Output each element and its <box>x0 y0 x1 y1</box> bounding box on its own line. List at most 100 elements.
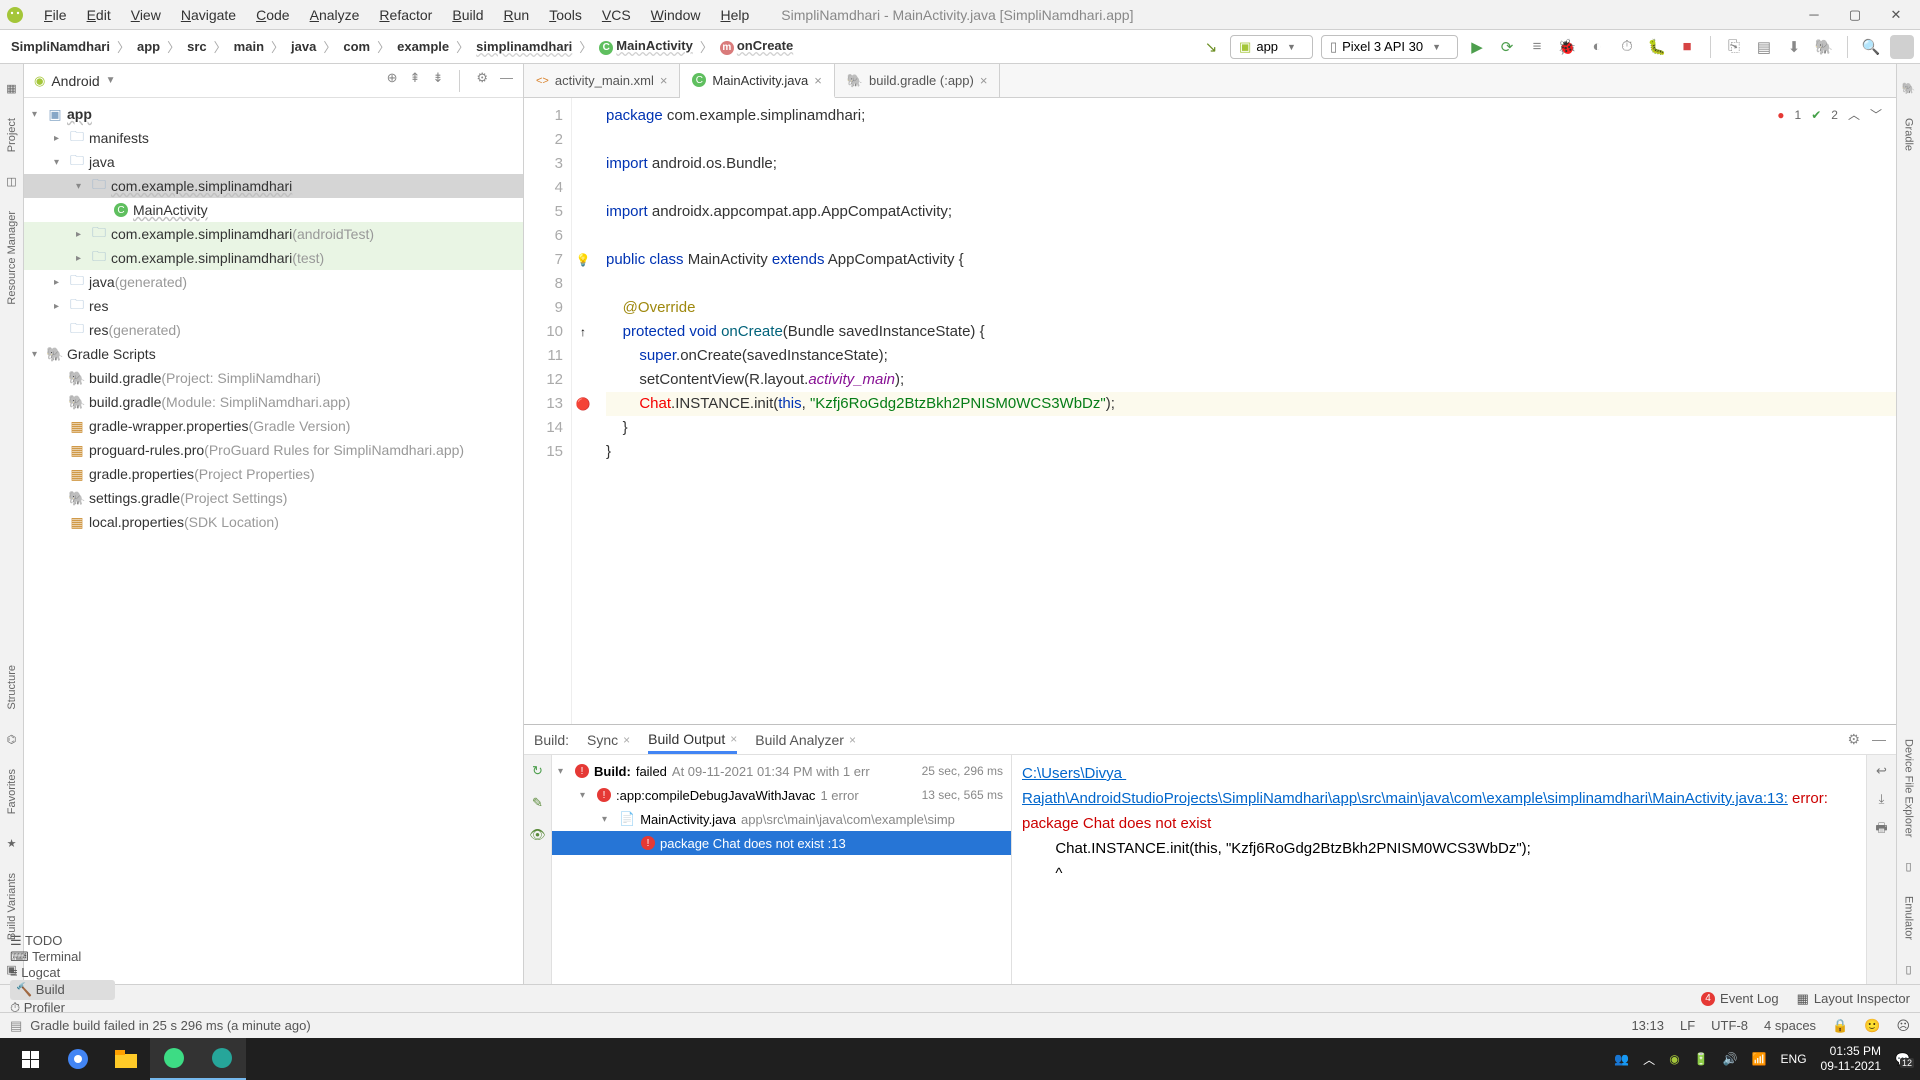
print-icon[interactable]: 🖶 <box>1875 819 1887 841</box>
run-icon[interactable]: ▶ <box>1466 36 1488 58</box>
build-output[interactable]: C:\Users\Divya Rajath\AndroidStudioProje… <box>1012 755 1866 984</box>
file-explorer-icon[interactable] <box>102 1038 150 1080</box>
crumb-src[interactable]: src <box>182 37 212 56</box>
debug-icon[interactable]: 🐞 <box>1556 36 1578 58</box>
tree-row[interactable]: ▦gradle-wrapper.properties (Gradle Versi… <box>24 414 523 438</box>
user-avatar-icon[interactable] <box>1890 35 1914 59</box>
view-icon[interactable]: 👁 <box>529 827 546 843</box>
build-tab-buildanalyzer[interactable]: Build Analyzer × <box>755 732 856 748</box>
structure-icon[interactable]: ⌬ <box>7 733 17 746</box>
layout-inspector-button[interactable]: ▦ Layout Inspector <box>1797 991 1910 1007</box>
gradle-tab[interactable]: Gradle <box>1903 118 1915 151</box>
menu-file[interactable]: File <box>34 4 77 26</box>
project-tab[interactable]: Project <box>6 118 18 152</box>
favorites-icon[interactable]: ★ <box>7 837 17 850</box>
build-tab-sync[interactable]: Sync × <box>587 732 630 748</box>
menu-run[interactable]: Run <box>493 4 539 26</box>
rerun-icon[interactable]: ↻ <box>532 763 543 779</box>
run-configuration-combo[interactable]: ▣ app ▼ <box>1230 35 1313 59</box>
menu-window[interactable]: Window <box>641 4 711 26</box>
profile-icon[interactable]: ⏱ <box>1616 36 1638 58</box>
tool-logcat[interactable]: ≡ Logcat <box>10 965 115 980</box>
taskbar-clock[interactable]: 01:35 PM 09-11-2021 <box>1821 1044 1882 1074</box>
line-ending[interactable]: LF <box>1680 1018 1695 1033</box>
error-indicator-tray[interactable]: ●1 ✔2 ︿ ﹀ <box>1777 106 1882 123</box>
tool-todo[interactable]: ☰ TODO <box>10 933 115 949</box>
apply-code-icon[interactable]: ≡ <box>1526 36 1548 58</box>
start-button[interactable] <box>6 1038 54 1080</box>
menu-edit[interactable]: Edit <box>77 4 121 26</box>
vcs-icon[interactable]: ⎘ <box>1723 36 1745 58</box>
volume-tray-icon[interactable]: 🔊 <box>1723 1052 1738 1066</box>
resource-manager-tab[interactable]: Resource Manager <box>6 211 18 305</box>
editor-tab[interactable]: 🐘build.gradle (:app)× <box>835 64 1001 97</box>
tray-expand-icon[interactable]: ︿ <box>1643 1051 1655 1068</box>
build-panel-hide-icon[interactable]: — <box>1872 731 1886 748</box>
smiley-icon[interactable]: 🙂 <box>1864 1018 1880 1034</box>
notifications-tray-icon[interactable]: 💬12 <box>1895 1052 1910 1066</box>
build-tab-buildoutput[interactable]: Build Output × <box>648 731 737 754</box>
build-variants-tab[interactable]: Build Variants <box>6 873 18 940</box>
collapse-icon[interactable]: ⇞ <box>410 70 421 92</box>
build-tree-row[interactable]: !package Chat does not exist :13 <box>552 831 1011 855</box>
soft-wrap-icon[interactable]: ↩ <box>1876 763 1887 779</box>
tree-row[interactable]: ▾🗀java <box>24 150 523 174</box>
build-tree[interactable]: ▾!Build: failed At 09-11-2021 01:34 PM w… <box>552 755 1012 984</box>
close-tab-icon[interactable]: × <box>980 73 988 88</box>
menu-refactor[interactable]: Refactor <box>369 4 442 26</box>
menu-build[interactable]: Build <box>442 4 493 26</box>
crumb-java[interactable]: java <box>286 37 321 56</box>
avd-icon[interactable]: ▤ <box>1753 36 1775 58</box>
wifi-tray-icon[interactable]: 📶 <box>1752 1052 1767 1066</box>
device-file-icon[interactable]: ▯ <box>1905 860 1911 873</box>
tree-row[interactable]: 🐘build.gradle (Project: SimpliNamdhari) <box>24 366 523 390</box>
cursor-position[interactable]: 13:13 <box>1631 1018 1664 1033</box>
tree-row[interactable]: ▸🗀manifests <box>24 126 523 150</box>
android-tray-icon[interactable]: ◉ <box>1669 1052 1679 1066</box>
tool-build[interactable]: 🔨 Build <box>10 980 115 1000</box>
crumb-simplinamdhari[interactable]: simplinamdhari <box>471 37 577 56</box>
android-studio-taskbar-icon[interactable] <box>150 1038 198 1080</box>
editor-tab[interactable]: <>activity_main.xml× <box>524 64 680 97</box>
tool-terminal[interactable]: ⌨ Terminal <box>10 949 115 965</box>
close-tab-icon[interactable]: × <box>660 73 668 88</box>
sdk-icon[interactable]: ⬇ <box>1783 36 1805 58</box>
error-file-link[interactable]: C:\Users\Divya Rajath\AndroidStudioProje… <box>1022 765 1788 807</box>
favorites-tab[interactable]: Favorites <box>6 769 18 814</box>
status-icon[interactable]: ▤ <box>10 1018 22 1034</box>
menu-view[interactable]: View <box>121 4 171 26</box>
device-file-explorer-tab[interactable]: Device File Explorer <box>1903 739 1915 837</box>
crumb-example[interactable]: example <box>392 37 454 56</box>
build-tree-row[interactable]: ▾!Build: failed At 09-11-2021 01:34 PM w… <box>552 759 1011 783</box>
tree-row[interactable]: ▾🗀com.example.simplinamdhari <box>24 174 523 198</box>
resource-manager-icon[interactable]: ◫ <box>6 175 16 188</box>
chrome-icon[interactable] <box>54 1038 102 1080</box>
tree-row[interactable]: 🐘settings.gradle (Project Settings) <box>24 486 523 510</box>
maximize-button[interactable]: ▢ <box>1847 7 1863 23</box>
tree-settings-icon[interactable]: ⚙ <box>476 70 488 92</box>
tree-row[interactable]: ▦local.properties (SDK Location) <box>24 510 523 534</box>
minimize-button[interactable]: ─ <box>1806 7 1822 23</box>
build-panel-settings-icon[interactable]: ⚙ <box>1847 731 1860 748</box>
build-tree-row[interactable]: ▾📄MainActivity.java app\src\main\java\co… <box>552 807 1011 831</box>
menu-tools[interactable]: Tools <box>539 4 592 26</box>
editor-tab[interactable]: CMainActivity.java× <box>680 64 834 98</box>
prev-highlight-icon[interactable]: ︿ <box>1848 106 1860 123</box>
battery-tray-icon[interactable]: 🔋 <box>1694 1052 1709 1066</box>
menu-help[interactable]: Help <box>710 4 759 26</box>
menu-navigate[interactable]: Navigate <box>171 4 246 26</box>
tree-row[interactable]: 🗀res (generated) <box>24 318 523 342</box>
tree-row[interactable]: ▦gradle.properties (Project Properties) <box>24 462 523 486</box>
tree-row[interactable]: 🐘build.gradle (Module: SimpliNamdhari.ap… <box>24 390 523 414</box>
structure-tab[interactable]: Structure <box>6 665 18 710</box>
language-tray[interactable]: ENG <box>1781 1052 1807 1066</box>
close-tab-icon[interactable]: × <box>814 73 822 88</box>
expand-icon[interactable]: ⇟ <box>432 70 443 92</box>
menu-code[interactable]: Code <box>246 4 299 26</box>
tree-view-label[interactable]: Android <box>51 73 99 89</box>
tree-view-dropdown-icon[interactable]: ▼ <box>106 75 116 86</box>
tree-hide-icon[interactable]: — <box>500 70 513 92</box>
app-taskbar-icon[interactable] <box>198 1038 246 1080</box>
build-hammer-icon[interactable]: ↘ <box>1200 36 1222 58</box>
coverage-icon[interactable]: ◐ <box>1586 36 1608 58</box>
